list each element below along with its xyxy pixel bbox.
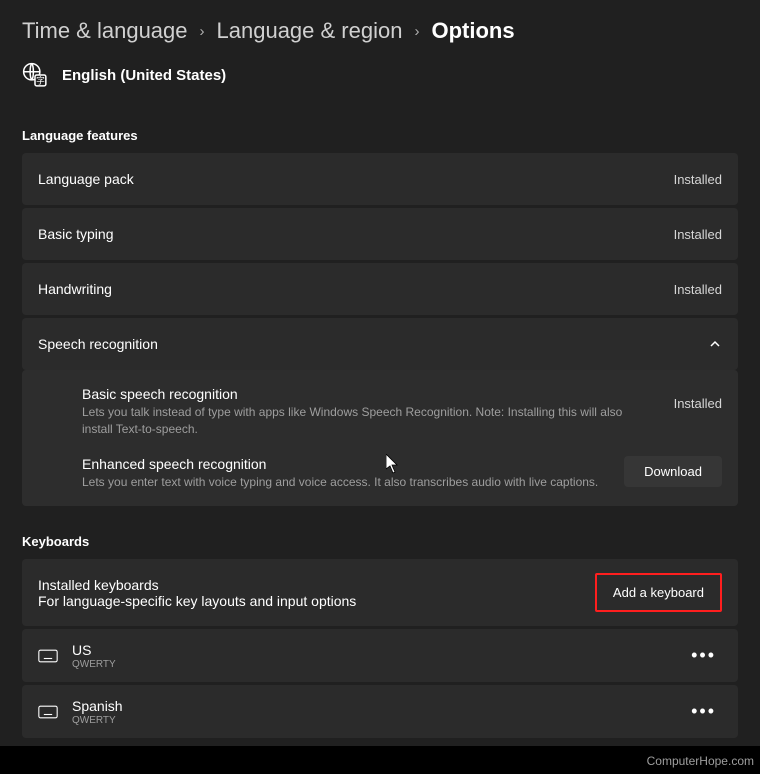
section-title-features: Language features	[22, 128, 738, 143]
breadcrumb-time-language[interactable]: Time & language	[22, 18, 188, 44]
installed-keyboards-sub: For language-specific key layouts and in…	[38, 593, 356, 609]
svg-text:字: 字	[36, 75, 45, 86]
keyboard-item-spanish[interactable]: Spanish QWERTY •••	[22, 685, 738, 738]
keyboard-name: Spanish	[72, 698, 123, 714]
feature-basic-typing[interactable]: Basic typing Installed	[22, 208, 738, 260]
add-keyboard-button[interactable]: Add a keyboard	[599, 577, 718, 608]
speech-basic-item: Basic speech recognition Lets you talk i…	[82, 386, 722, 438]
feature-language-pack[interactable]: Language pack Installed	[22, 153, 738, 205]
more-options-button[interactable]: •••	[685, 641, 722, 670]
section-title-keyboards: Keyboards	[22, 534, 738, 549]
chevron-right-icon: ›	[200, 23, 205, 40]
feature-label: Speech recognition	[38, 336, 158, 352]
language-header: 字 English (United States)	[22, 62, 738, 88]
language-name: English (United States)	[62, 67, 226, 84]
feature-status: Installed	[674, 172, 722, 187]
speech-recognition-panel: Basic speech recognition Lets you talk i…	[22, 370, 738, 506]
chevron-right-icon: ›	[414, 23, 419, 40]
feature-status: Installed	[674, 227, 722, 242]
keyboard-layout: QWERTY	[72, 659, 116, 670]
keyboard-item-us[interactable]: US QWERTY •••	[22, 629, 738, 682]
feature-handwriting[interactable]: Handwriting Installed	[22, 263, 738, 315]
keyboard-icon	[38, 646, 58, 666]
installed-keyboards-title: Installed keyboards	[38, 577, 356, 593]
breadcrumb: Time & language › Language & region › Op…	[22, 18, 738, 44]
keyboard-name: US	[72, 642, 116, 658]
breadcrumb-language-region[interactable]: Language & region	[217, 18, 403, 44]
feature-label: Handwriting	[38, 281, 112, 297]
feature-speech-recognition[interactable]: Speech recognition	[22, 318, 738, 370]
breadcrumb-current: Options	[431, 18, 514, 44]
speech-enhanced-desc: Lets you enter text with voice typing an…	[82, 474, 604, 491]
download-button[interactable]: Download	[624, 456, 722, 487]
add-keyboard-highlight: Add a keyboard	[595, 573, 722, 612]
speech-enhanced-title: Enhanced speech recognition	[82, 456, 604, 472]
keyboard-layout: QWERTY	[72, 715, 123, 726]
speech-basic-title: Basic speech recognition	[82, 386, 654, 402]
globe-language-icon: 字	[22, 62, 48, 88]
speech-enhanced-item: Enhanced speech recognition Lets you ent…	[82, 456, 722, 491]
feature-status: Installed	[674, 282, 722, 297]
installed-keyboards-card: Installed keyboards For language-specifi…	[22, 559, 738, 626]
speech-basic-status: Installed	[674, 386, 722, 411]
chevron-up-icon[interactable]	[708, 337, 722, 351]
keyboard-icon	[38, 702, 58, 722]
speech-basic-desc: Lets you talk instead of type with apps …	[82, 404, 654, 438]
feature-label: Language pack	[38, 171, 134, 187]
feature-label: Basic typing	[38, 226, 113, 242]
watermark: ComputerHope.com	[647, 754, 754, 768]
more-options-button[interactable]: •••	[685, 697, 722, 726]
